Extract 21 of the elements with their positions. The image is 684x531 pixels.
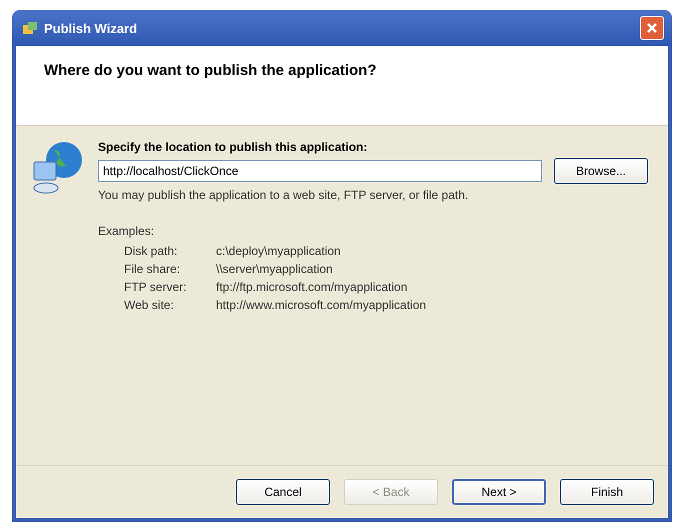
browse-button[interactable]: Browse... (554, 158, 648, 184)
examples-heading: Examples: (98, 224, 156, 238)
page-heading: Where do you want to publish the application? (44, 62, 376, 79)
wizard-button[interactable]: Cancel (236, 479, 330, 505)
location-hint: You may publish the application to a web site, FTP server, or file path. (98, 188, 470, 202)
example-path: \\server\myapplication (216, 262, 334, 276)
example-label: Disk path: (124, 244, 178, 258)
example-label: Web site: (124, 298, 175, 312)
wizard-button[interactable]: Finish (560, 479, 654, 505)
example-label: FTP server: (124, 280, 188, 294)
example-path: c:\deploy\myapplication (216, 244, 342, 258)
close-icon (646, 22, 658, 34)
wizard-button[interactable]: Next > (452, 479, 546, 505)
app-icon (22, 20, 38, 36)
example-label: File share: (124, 262, 182, 276)
close-button[interactable] (640, 16, 664, 40)
window-title: Publish Wizard (44, 20, 138, 36)
example-path: http://www.microsoft.com/myapplication (216, 298, 426, 312)
example-path: ftp://ftp.microsoft.com/myapplication (216, 280, 408, 294)
location-label: Specify the location to publish this application: (98, 140, 368, 154)
location-field[interactable]: http://localhost/ClickOnce (98, 160, 542, 182)
